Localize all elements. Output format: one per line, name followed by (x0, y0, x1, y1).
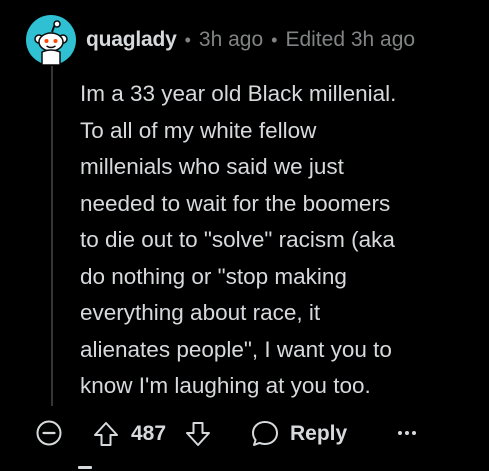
comment-header: quaglady • 3h ago • Edited 3h ago (86, 25, 415, 55)
username[interactable]: quaglady (86, 28, 177, 52)
comment-body-line: to die out to "solve" racism (aka (80, 227, 395, 252)
separator-dot: • (184, 29, 191, 50)
downvote-arrow-icon (186, 422, 210, 446)
speech-bubble-icon (252, 421, 278, 446)
comment-body-line: know I'm laughing at you too. (80, 373, 371, 398)
separator-dot: • (271, 29, 278, 50)
comment-body-line: do nothing or "stop making (80, 263, 347, 289)
thread-line[interactable] (51, 66, 53, 406)
upvote-arrow-icon (94, 422, 118, 446)
upvote-button[interactable] (92, 421, 120, 447)
snoo-avatar-icon (26, 15, 76, 66)
comment-body-line: everything about race, it (80, 300, 321, 325)
vote-score: 487 (131, 422, 167, 445)
comment-body: Im a 33 year old Black millenial. To all… (80, 76, 482, 405)
user-avatar[interactable] (26, 15, 76, 66)
comment-body-line: millenials who said we just (80, 154, 344, 179)
reply-button[interactable]: Reply (250, 418, 347, 450)
timestamp: 3h ago (198, 28, 264, 51)
more-options-button[interactable] (395, 421, 419, 445)
reply-label: Reply (290, 422, 348, 445)
edited-timestamp: Edited 3h ago (285, 28, 416, 51)
comment-body-line: To all of my white fellow (80, 117, 317, 143)
more-dots-icon (398, 431, 416, 435)
comment-body-line: alienates people", I want you to (80, 336, 392, 362)
downvote-button[interactable] (184, 421, 212, 447)
comment-body-line: Im a 33 year old Black millenial. (80, 81, 397, 106)
next-comment-edge (78, 466, 92, 469)
collapse-button[interactable] (36, 420, 62, 446)
comment-body-line: needed to wait for the boomers (80, 190, 391, 216)
comment-action-bar: 487 Reply (0, 413, 489, 453)
collapse-minus-icon (36, 420, 62, 446)
